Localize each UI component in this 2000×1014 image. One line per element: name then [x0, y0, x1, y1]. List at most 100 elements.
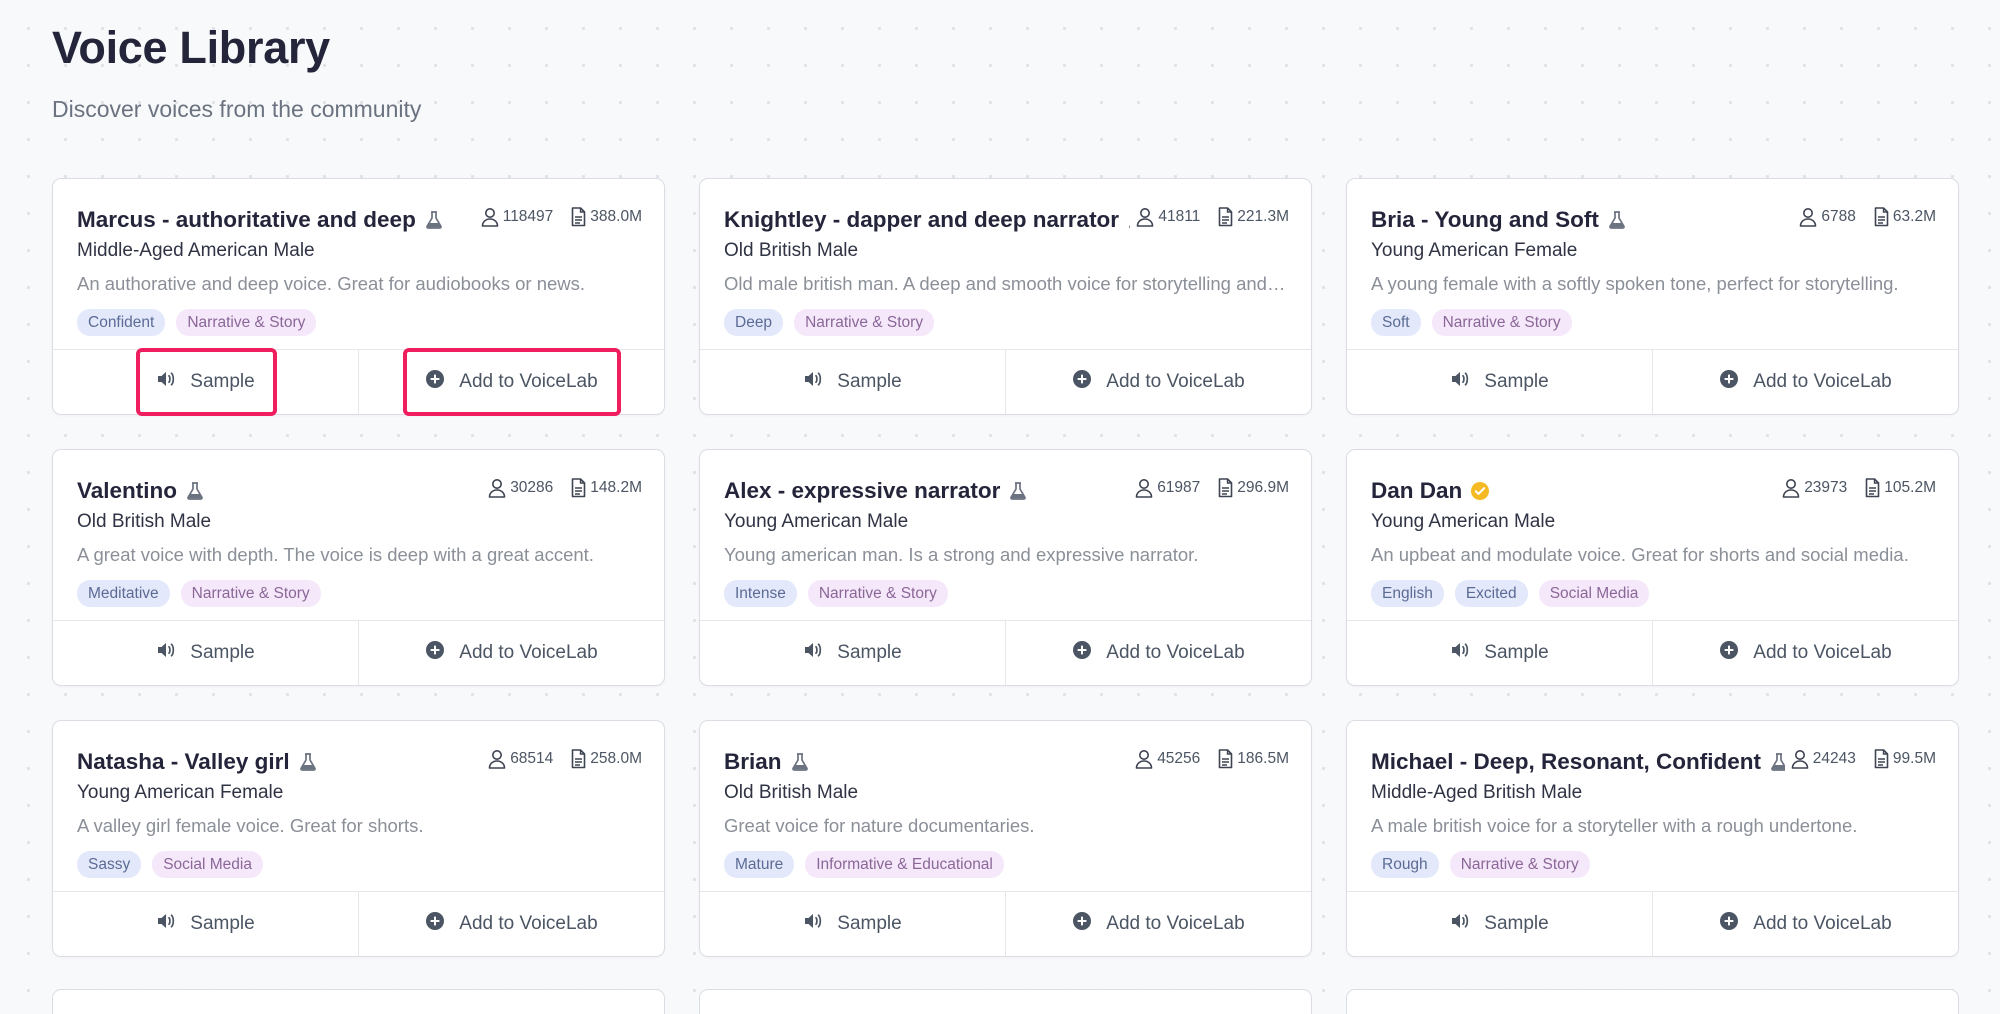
add-to-voicelab-button[interactable]: Add to VoiceLab: [1652, 350, 1958, 414]
voice-card: Alex - expressive narrator 61987 296.9M …: [699, 449, 1312, 686]
flask-icon: [1127, 208, 1131, 238]
user-icon: [1791, 749, 1809, 769]
plus-circle-icon: [1072, 640, 1092, 666]
add-label: Add to VoiceLab: [1753, 371, 1892, 392]
sample-button[interactable]: Sample: [700, 350, 1005, 414]
tag[interactable]: Deep: [724, 309, 784, 336]
sample-button[interactable]: Sample: [53, 892, 358, 956]
voice-subtitle: Middle-Aged British Male: [1371, 782, 1583, 803]
characters-count: 258.0M: [590, 750, 642, 767]
add-to-voicelab-button[interactable]: Add to VoiceLab: [1652, 892, 1958, 956]
voice-description: An upbeat and modulate voice. Great for …: [1371, 544, 1909, 565]
tag-list: Rough Narrative & Story: [1371, 851, 1936, 878]
voice-subtitle: Old British Male: [724, 240, 859, 261]
voice-description: A male british voice for a storyteller w…: [1371, 815, 1858, 836]
user-icon: [488, 749, 506, 769]
voice-name-wrap: Valentino: [77, 476, 482, 509]
voice-grid: Marcus - authoritative and deep 118497 3…: [52, 178, 1959, 957]
sample-button[interactable]: Sample: [700, 892, 1005, 956]
tag[interactable]: Narrative & Story: [807, 580, 948, 607]
users-count: 45256: [1157, 750, 1201, 767]
tag[interactable]: Excited: [1454, 580, 1528, 607]
voice-name: Dan Dan: [1371, 478, 1463, 503]
voice-stats: 41811 221.3M: [1136, 205, 1289, 227]
voice-card-partial[interactable]: [1346, 989, 1959, 1014]
tag[interactable]: Intense: [724, 580, 797, 607]
card-actions: Sample Add to VoiceLab: [53, 891, 664, 956]
plus-circle-icon: [1719, 369, 1739, 395]
tag[interactable]: Confident: [77, 309, 166, 336]
plus-circle-icon: [1072, 911, 1092, 937]
tag[interactable]: Narrative & Story: [1431, 309, 1572, 336]
voice-name-wrap: Michael - Deep, Resonant, Confident: [1371, 747, 1785, 780]
speaker-icon: [803, 912, 823, 936]
sample-button[interactable]: Sample: [1347, 621, 1652, 685]
voice-stats: 45256 186.5M: [1135, 747, 1289, 769]
sample-button[interactable]: Sample: [1347, 892, 1652, 956]
voice-card: Knightley - dapper and deep narrator 418…: [699, 178, 1312, 415]
voice-stats: 61987 296.9M: [1135, 476, 1289, 498]
tag[interactable]: Narrative & Story: [1449, 851, 1590, 878]
tag[interactable]: Informative & Educational: [805, 851, 1004, 878]
tag[interactable]: Social Media: [152, 851, 263, 878]
sample-label: Sample: [190, 371, 255, 392]
voice-stats: 118497 388.0M: [481, 205, 642, 227]
tag[interactable]: Social Media: [1538, 580, 1650, 607]
add-label: Add to VoiceLab: [1106, 371, 1245, 392]
add-to-voicelab-button[interactable]: Add to VoiceLab: [1005, 892, 1311, 956]
tag[interactable]: Rough: [1371, 851, 1439, 878]
tag[interactable]: English: [1371, 580, 1444, 607]
plus-circle-icon: [425, 640, 445, 666]
document-icon: [1874, 207, 1889, 227]
add-label: Add to VoiceLab: [459, 913, 598, 934]
sample-button[interactable]: Sample: [53, 621, 358, 685]
add-label: Add to VoiceLab: [1106, 642, 1245, 663]
tag[interactable]: Narrative & Story: [176, 309, 317, 336]
voice-stats: 6788 63.2M: [1799, 205, 1936, 227]
sample-button[interactable]: Sample: [53, 348, 358, 416]
voice-card: Dan Dan 23973 105.2M Young American Male…: [1346, 449, 1959, 686]
user-icon: [1782, 478, 1800, 498]
tag[interactable]: Meditative: [77, 580, 170, 607]
characters-count: 221.3M: [1237, 208, 1289, 225]
add-to-voicelab-button[interactable]: Add to VoiceLab: [1005, 350, 1311, 414]
voice-name-wrap: Dan Dan: [1371, 476, 1776, 509]
add-to-voicelab-button[interactable]: Add to VoiceLab: [358, 621, 664, 685]
tag[interactable]: Soft: [1371, 309, 1421, 336]
sample-button[interactable]: Sample: [700, 621, 1005, 685]
document-icon: [1218, 207, 1233, 227]
voice-name: Knightley - dapper and deep narrator: [724, 207, 1120, 232]
voice-stats: 23973 105.2M: [1782, 476, 1936, 498]
sample-label: Sample: [837, 371, 902, 392]
flask-icon: [1769, 750, 1785, 780]
card-actions: Sample Add to VoiceLab: [1347, 891, 1958, 956]
tag[interactable]: Sassy: [77, 851, 142, 878]
voice-description: A great voice with depth. The voice is d…: [77, 544, 594, 565]
plus-circle-icon: [1072, 369, 1092, 395]
tag[interactable]: Narrative & Story: [180, 580, 321, 607]
add-to-voicelab-button[interactable]: Add to VoiceLab: [1652, 621, 1958, 685]
add-to-voicelab-button[interactable]: Add to VoiceLab: [1005, 621, 1311, 685]
voice-card-partial[interactable]: [699, 989, 1312, 1014]
voice-name-wrap: Natasha - Valley girl: [77, 747, 482, 780]
users-count: 41811: [1158, 208, 1201, 225]
page-subtitle: Discover voices from the community: [52, 96, 422, 122]
tag[interactable]: Mature: [724, 851, 795, 878]
tag[interactable]: Narrative & Story: [794, 309, 935, 336]
voice-subtitle: Old British Male: [724, 782, 859, 803]
add-label: Add to VoiceLab: [459, 371, 598, 392]
tag-list: English Excited Social Media: [1371, 580, 1936, 607]
users-count: 6788: [1821, 208, 1856, 225]
card-actions: Sample Add to VoiceLab: [700, 891, 1311, 956]
characters-count: 63.2M: [1892, 208, 1936, 225]
speaker-icon: [803, 370, 823, 394]
voice-card-partial[interactable]: [52, 989, 665, 1014]
tag-list: Deep Narrative & Story: [724, 309, 1289, 336]
card-actions: Sample Add to VoiceLab: [700, 349, 1311, 414]
add-to-voicelab-button[interactable]: Add to VoiceLab: [358, 348, 664, 416]
speaker-icon: [1450, 912, 1470, 936]
card-actions: Sample Add to VoiceLab: [1347, 349, 1958, 414]
tag-list: Meditative Narrative & Story: [77, 580, 642, 607]
add-to-voicelab-button[interactable]: Add to VoiceLab: [358, 892, 664, 956]
sample-button[interactable]: Sample: [1347, 350, 1652, 414]
